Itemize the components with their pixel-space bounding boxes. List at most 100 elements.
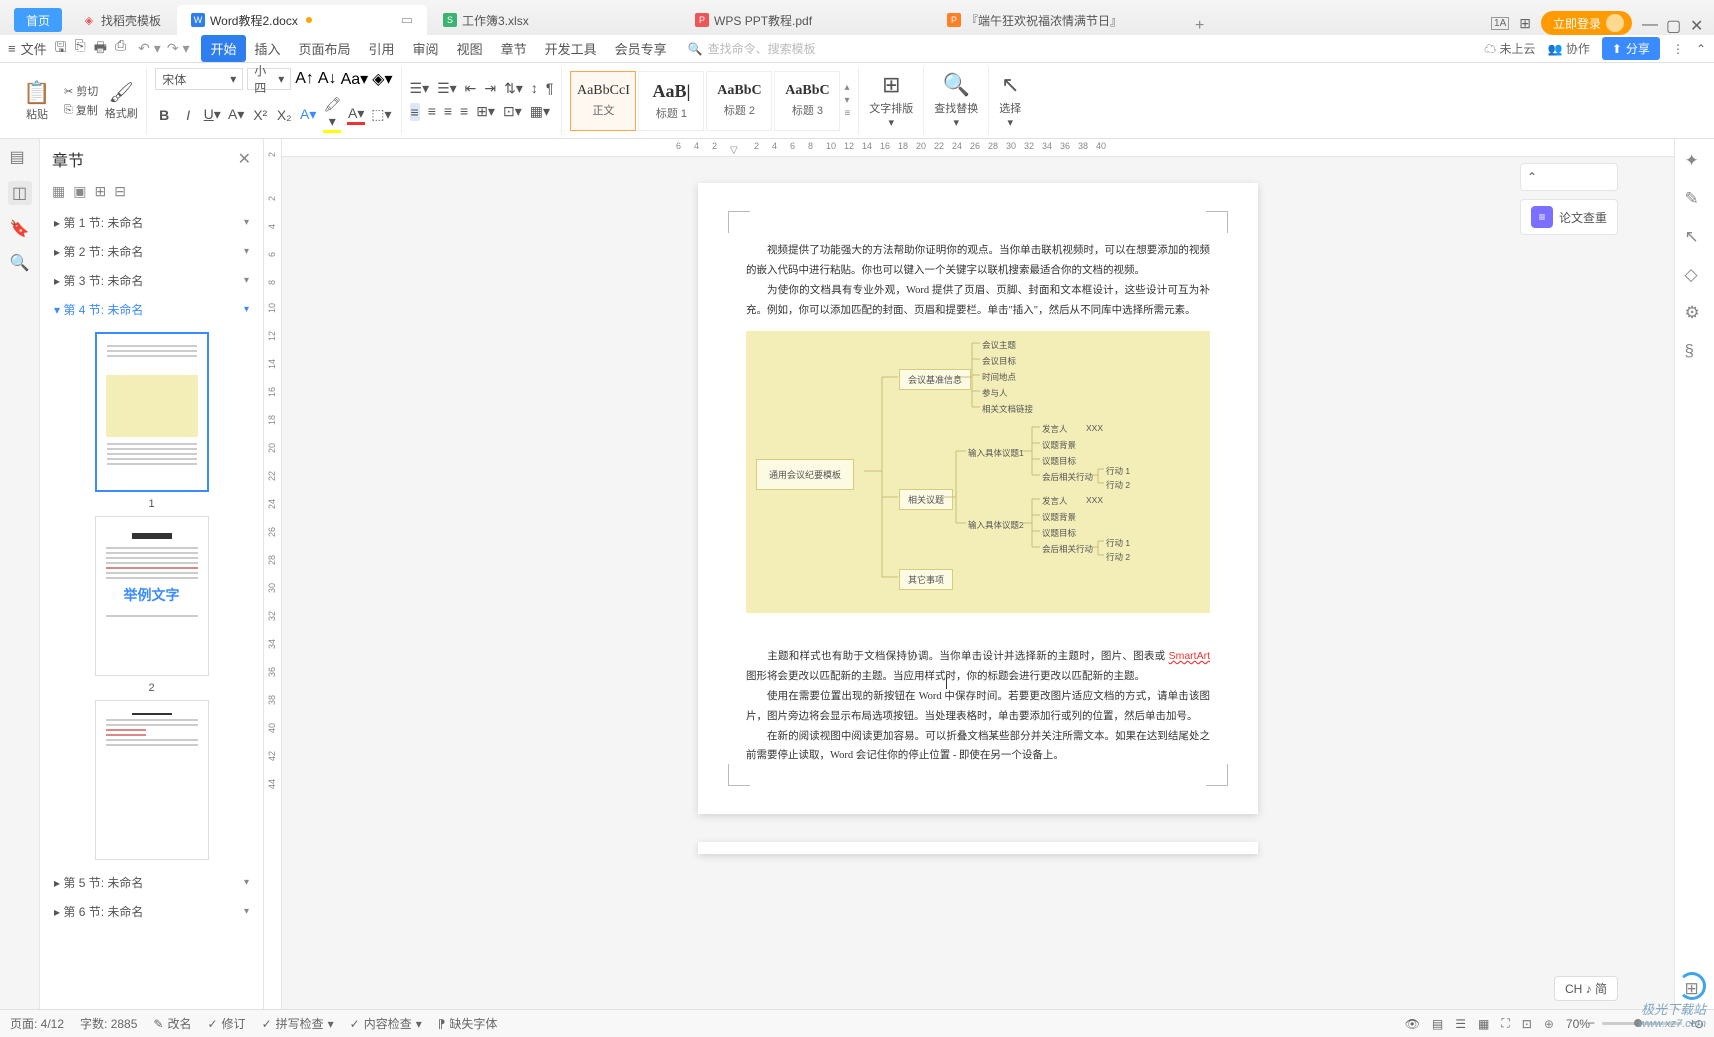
chevron-up-icon[interactable]: ⌃ bbox=[1696, 42, 1706, 56]
tab-template[interactable]: ◈找稻壳模板 bbox=[68, 5, 175, 35]
menu-start[interactable]: 开始 bbox=[201, 35, 245, 62]
highlight-icon[interactable]: 🖍▾ bbox=[323, 96, 341, 133]
font-name-select[interactable]: 宋体▾ bbox=[155, 68, 243, 90]
copy-button[interactable]: ⎘复制 bbox=[64, 102, 98, 118]
cut-button[interactable]: ✂剪切 bbox=[64, 83, 98, 99]
grow-font-icon[interactable]: A↑ bbox=[295, 70, 314, 88]
collab-button[interactable]: 👥 协作 bbox=[1548, 40, 1590, 57]
close-window-icon[interactable]: ✕ bbox=[1690, 16, 1704, 30]
menu-view[interactable]: 视图 bbox=[448, 35, 492, 62]
spellcheck-button[interactable]: ✓ 拼写检查 ▾ bbox=[262, 1015, 334, 1032]
outline-icon[interactable]: ▤ bbox=[10, 147, 30, 167]
cloud-status[interactable]: ☁ 未上云 bbox=[1484, 40, 1535, 57]
bullet-list-icon[interactable]: ☰▾ bbox=[410, 80, 430, 97]
format-brush-button[interactable]: 🖌格式刷 bbox=[102, 67, 140, 134]
superscript-icon[interactable]: X² bbox=[251, 107, 269, 123]
find-replace-button[interactable]: 🔍查找替换▾ bbox=[924, 67, 989, 134]
maximize-icon[interactable]: ▢ bbox=[1666, 16, 1680, 30]
menu-reference[interactable]: 引用 bbox=[360, 35, 404, 62]
outdent-icon[interactable]: ⇤ bbox=[465, 80, 477, 97]
page-1[interactable]: 视频提供了功能强大的方法帮助你证明你的观点。当你单击联机视频时，可以在想要添加的… bbox=[698, 183, 1258, 814]
plagiarism-check-button[interactable]: ≡论文查重 bbox=[1520, 199, 1618, 235]
edit-icon[interactable]: ✎ bbox=[1685, 189, 1705, 209]
grid-icon[interactable]: 1A bbox=[1491, 17, 1509, 30]
word-count[interactable]: 字数: 2885 bbox=[80, 1015, 137, 1032]
shading-icon[interactable]: ⬚▾ bbox=[371, 106, 389, 123]
tab-word-doc[interactable]: WWord教程2.docx▭ bbox=[177, 5, 427, 35]
saveas-icon[interactable]: ⎘ bbox=[75, 37, 86, 61]
style-up-icon[interactable]: ▴ bbox=[844, 82, 850, 93]
menu-page-layout[interactable]: 页面布局 bbox=[290, 35, 360, 62]
pointer-icon[interactable]: ↖ bbox=[1685, 227, 1705, 247]
add-tab-button[interactable]: + bbox=[1185, 17, 1214, 35]
print-icon[interactable]: 🖶 bbox=[94, 37, 107, 61]
menu-review[interactable]: 审阅 bbox=[404, 35, 448, 62]
align-right-icon[interactable]: ≡ bbox=[444, 103, 452, 121]
settings-icon[interactable]: ⚙ bbox=[1685, 303, 1705, 323]
line-spacing-icon[interactable]: ⇅▾ bbox=[504, 80, 523, 97]
fullscreen-icon[interactable]: ⛶ bbox=[1501, 1016, 1509, 1031]
page-indicator[interactable]: 页面: 4/12 bbox=[10, 1015, 64, 1032]
style-heading1[interactable]: AaB|标题 1 bbox=[638, 71, 704, 131]
tab-excel[interactable]: S工作簿3.xlsx bbox=[429, 5, 679, 35]
rename-button[interactable]: ✎ 改名 bbox=[153, 1015, 191, 1032]
shape-icon[interactable]: ◇ bbox=[1685, 265, 1705, 285]
style-heading3[interactable]: AaBbC标题 3 bbox=[774, 71, 840, 131]
horizontal-ruler[interactable]: 642 246 81012 141618 202224 262830 32343… bbox=[282, 139, 1674, 157]
subscript-icon[interactable]: X₂ bbox=[275, 107, 293, 123]
zoom-level[interactable]: 70% bbox=[1566, 1017, 1590, 1031]
style-normal[interactable]: AaBbCcI正文 bbox=[570, 71, 636, 131]
distribute-icon[interactable]: ⊞▾ bbox=[476, 103, 495, 121]
close-panel-icon[interactable]: ✕ bbox=[238, 149, 251, 169]
revision-button[interactable]: ✓ 修订 bbox=[207, 1015, 245, 1032]
document-scroll[interactable]: 642 246 81012 141618 202224 262830 32343… bbox=[282, 139, 1674, 1009]
shrink-font-icon[interactable]: A↓ bbox=[318, 70, 337, 88]
bold-icon[interactable]: B bbox=[155, 107, 173, 123]
page-thumb-3[interactable] bbox=[95, 700, 209, 860]
menu-member[interactable]: 会员专享 bbox=[606, 35, 676, 62]
sort-icon[interactable]: ↕ bbox=[531, 80, 538, 97]
minimize-icon[interactable]: — bbox=[1642, 16, 1656, 30]
content-check-button[interactable]: ✓ 内容检查 ▾ bbox=[350, 1015, 422, 1032]
page-thumb-1[interactable] bbox=[95, 332, 209, 492]
strike-icon[interactable]: A▾ bbox=[227, 106, 245, 123]
ime-indicator[interactable]: CH ♪ 简 bbox=[1554, 976, 1618, 1001]
redo-icon[interactable]: ↷ ▾ bbox=[167, 40, 190, 57]
close-tab-icon[interactable]: ▭ bbox=[401, 12, 413, 28]
text-effect-icon[interactable]: A▾ bbox=[299, 106, 317, 123]
italic-icon[interactable]: I bbox=[179, 107, 197, 123]
login-button[interactable]: 立即登录 bbox=[1541, 11, 1632, 35]
apps-icon[interactable]: ⊞ bbox=[1519, 15, 1531, 32]
font-size-select[interactable]: 小四▾ bbox=[247, 68, 291, 90]
align-justify-icon[interactable]: ≡ bbox=[460, 103, 468, 121]
section-item-4[interactable]: ▾ 第 4 节: 未命名▾ bbox=[40, 295, 263, 324]
section-item-1[interactable]: ▸ 第 1 节: 未命名▾ bbox=[40, 208, 263, 237]
section-item-6[interactable]: ▸ 第 6 节: 未命名▾ bbox=[40, 897, 263, 926]
tab-home[interactable]: 首页 bbox=[14, 8, 62, 32]
text-layout-button[interactable]: ⊞文字排版▾ bbox=[859, 67, 924, 134]
menu-insert[interactable]: 插入 bbox=[246, 35, 290, 62]
fit-page-icon[interactable]: ⊡ bbox=[1522, 1017, 1532, 1031]
save-icon[interactable]: 🖫 bbox=[55, 37, 67, 61]
align-left-icon[interactable]: ≡ bbox=[410, 103, 420, 121]
more-menu-icon[interactable]: ⋮ bbox=[1672, 42, 1684, 56]
missing-font-button[interactable]: ⁋ 缺失字体 bbox=[438, 1015, 498, 1032]
section-item-5[interactable]: ▸ 第 5 节: 未命名▾ bbox=[40, 868, 263, 897]
zoom-out-icon[interactable]: ⊕ bbox=[1544, 1017, 1554, 1031]
show-marks-icon[interactable]: ¶ bbox=[546, 80, 554, 97]
add-section-icon[interactable]: ⊞ bbox=[94, 183, 106, 200]
preview-icon[interactable]: ⎙ bbox=[115, 37, 126, 61]
bookmark-icon[interactable]: 🔖 bbox=[10, 219, 30, 239]
page-thumb-2[interactable]: 举例文字 bbox=[95, 516, 209, 676]
menu-chapter[interactable]: 章节 bbox=[492, 35, 536, 62]
collapse-all-icon[interactable]: ▣ bbox=[73, 183, 86, 200]
smartart-diagram[interactable]: 通用会议纪要模板 会议基准信息 相关议题 其它事项 会议主题 会议目标 时间地点… bbox=[746, 331, 1210, 613]
chapter-nav-icon[interactable]: ◫ bbox=[8, 181, 32, 205]
indent-icon[interactable]: ⇥ bbox=[484, 80, 496, 97]
print-layout-icon[interactable]: ▤ bbox=[1432, 1017, 1443, 1031]
tab-stops-icon[interactable]: ⊡▾ bbox=[503, 103, 522, 121]
change-case-icon[interactable]: Aa▾ bbox=[341, 69, 369, 89]
select-button[interactable]: ↖选择▾ bbox=[989, 67, 1031, 134]
tab-pdf[interactable]: PWPS PPT教程.pdf bbox=[681, 5, 931, 35]
share-button[interactable]: ⬆ 分享 bbox=[1602, 37, 1660, 60]
